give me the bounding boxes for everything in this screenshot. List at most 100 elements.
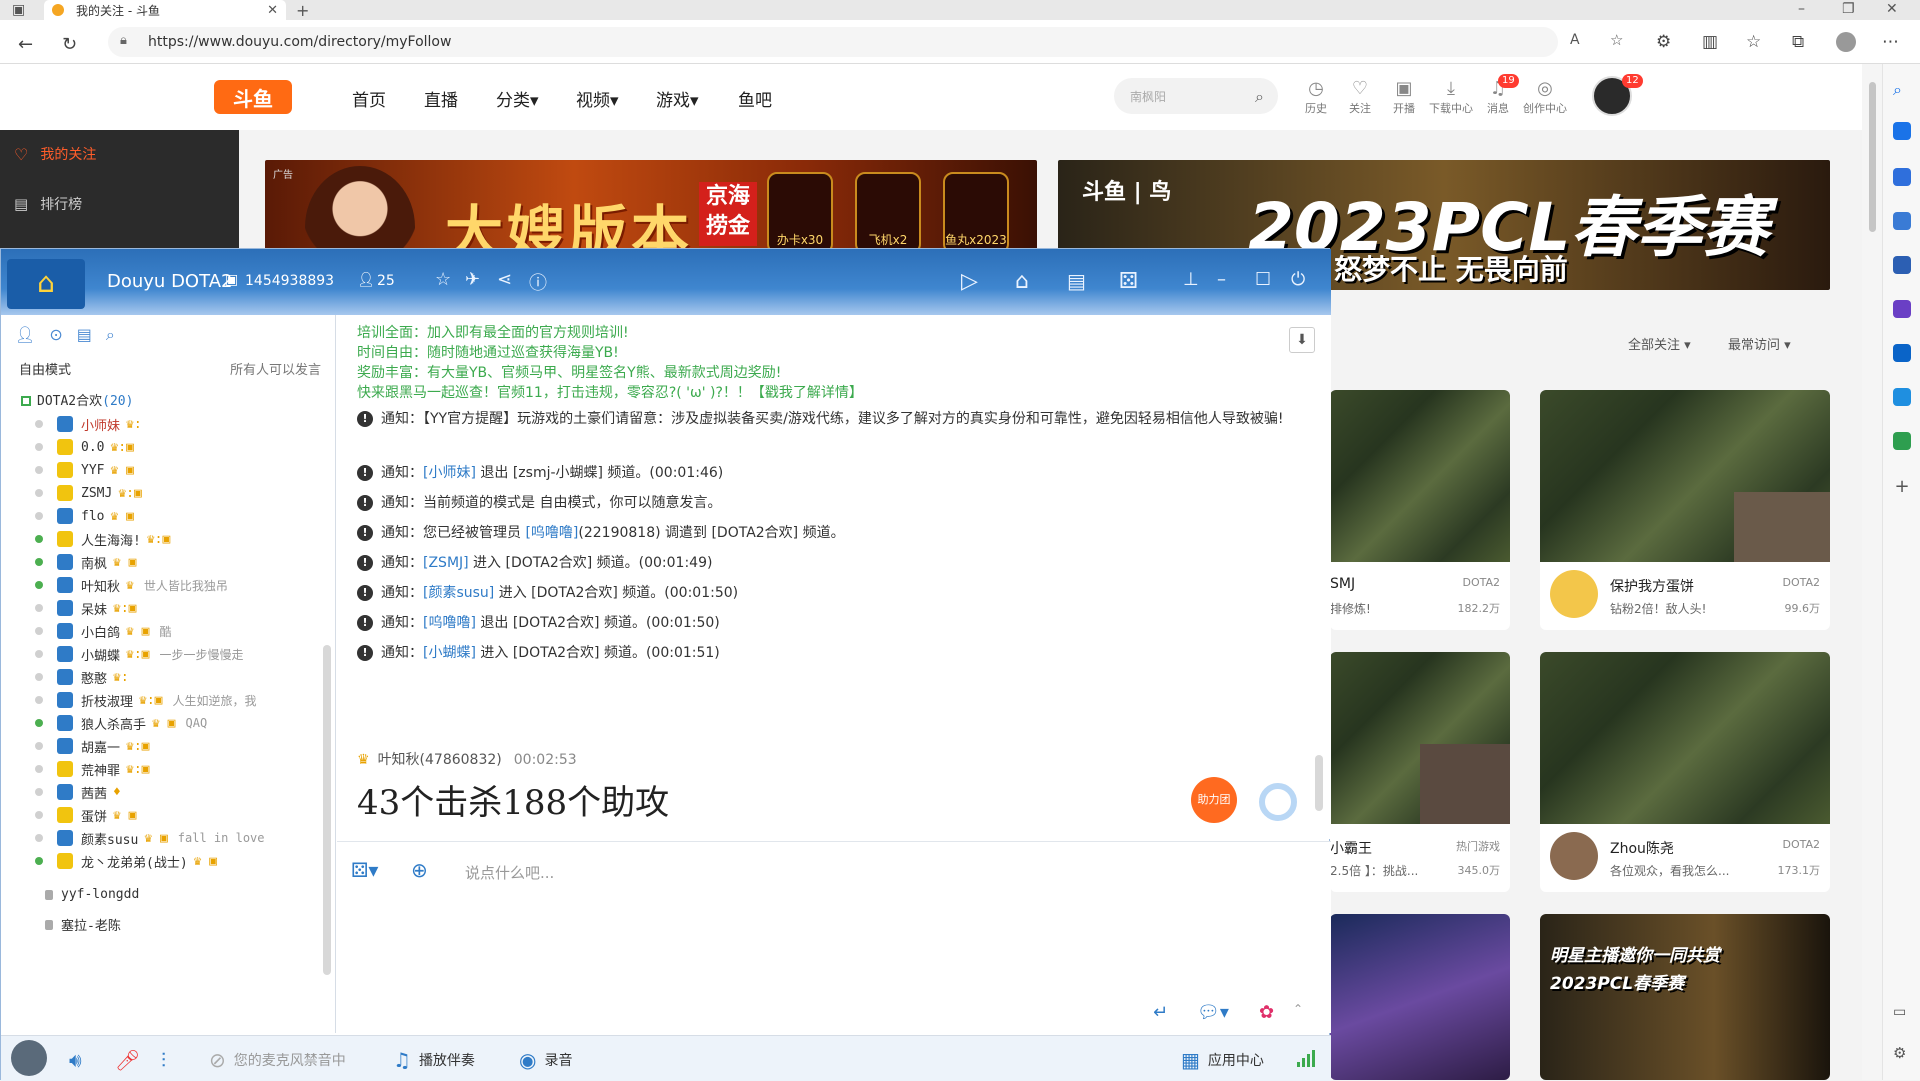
message-sender[interactable]: 叶知秋(47860832)	[378, 752, 502, 768]
home-icon[interactable]: ⌂	[1015, 269, 1029, 294]
filter-all-follow[interactable]: 全部关注 ▾	[1628, 334, 1691, 353]
chevron-up-icon[interactable]: ⌃	[1293, 1002, 1303, 1016]
page-scrollbar[interactable]	[1862, 64, 1882, 1080]
record-button[interactable]: ◉ 录音	[519, 1048, 572, 1072]
member-row[interactable]: 茜茜 ♦	[35, 781, 325, 803]
streamer-avatar[interactable]	[1550, 570, 1598, 618]
member-row[interactable]: 荒神罪 ♛:▣	[35, 758, 325, 780]
back-icon[interactable]: ←	[18, 34, 33, 55]
scrollbar-thumb[interactable]	[1869, 82, 1876, 232]
follow-button[interactable]: ♡ 关注	[1340, 78, 1380, 116]
yy-maximize-icon[interactable]: ☐	[1255, 269, 1271, 290]
collections-icon[interactable]: ⧉	[1792, 32, 1804, 52]
refresh-icon[interactable]: ↻	[62, 34, 77, 55]
chat-input-area[interactable]: ⚄▾ ⊕ 说点什么吧... ↵ 💬︎▾ ✿ ⌃	[337, 841, 1331, 1033]
app-center-button[interactable]: ▦ 应用中心	[1181, 1048, 1264, 1072]
yy-room-id[interactable]: 1454938893	[245, 273, 334, 289]
office-icon[interactable]	[1893, 300, 1911, 318]
nav-home[interactable]: 首页	[352, 86, 386, 111]
room-card[interactable]: 明星主播邀你一同共赏 2023PCL春季赛	[1540, 914, 1830, 1080]
sidebar-settings-icon[interactable]: ⚙	[1893, 1044, 1911, 1062]
nav-live[interactable]: 直播	[424, 86, 458, 111]
equalizer-icon[interactable]: ⫶	[161, 1048, 166, 1072]
pin-icon[interactable]: ⊥	[1183, 269, 1199, 290]
play-accompaniment-button[interactable]: ♫ 播放伴奏	[393, 1048, 475, 1072]
member-row[interactable]: 呆妹 ♛:▣	[35, 597, 325, 619]
streamer-avatar[interactable]	[1550, 832, 1598, 880]
gamepad-icon[interactable]: ⚄▾	[351, 858, 378, 882]
member-row[interactable]: 小蝴蝶 ♛:▣ 一步一步慢慢走	[35, 643, 325, 665]
info-icon[interactable]: ⓘ	[529, 269, 547, 295]
member-row[interactable]: 折枝淑理 ♛:▣ 人生如逆旅，我	[35, 689, 325, 711]
yy-power-icon[interactable]: ⏻	[1291, 269, 1305, 290]
member-row[interactable]: 人生海海! ♛:▣	[35, 528, 325, 550]
channel-root[interactable]: DOTA2合欢(20)	[21, 390, 133, 409]
mic-icon[interactable]: 🎤︎	[115, 1048, 140, 1072]
creator-center-button[interactable]: ◎ 创作中心	[1522, 78, 1568, 116]
member-row[interactable]: 颜素susu ♛ ▣ fall in love	[35, 827, 325, 849]
tree-icon[interactable]	[1893, 432, 1911, 450]
nav-yuba[interactable]: 鱼吧	[738, 86, 772, 111]
menu-ranking[interactable]: ▤ 排行榜	[14, 194, 82, 214]
member-row[interactable]: 小白鸽 ♛ ▣ 酷	[35, 620, 325, 642]
notice-user-link[interactable]: [呜噜噜]	[423, 615, 476, 631]
room-card[interactable]: 小霸王 热门游戏 2.5倍 】：挑战... 345.0万	[1330, 652, 1510, 892]
address-bar[interactable]: 🔒︎ https://www.douyu.com/directory/myFol…	[108, 27, 1623, 57]
emoji-icon[interactable]: 💬︎▾	[1197, 1002, 1229, 1023]
yy-minimize-icon[interactable]: –	[1217, 269, 1226, 290]
assist-group-button[interactable]: 助力团	[1191, 777, 1237, 823]
douyu-logo[interactable]: 斗鱼	[214, 80, 292, 114]
member-row[interactable]: ZSMJ ♛:▣	[35, 482, 325, 504]
send-icon[interactable]	[1893, 388, 1911, 406]
split-screen-icon[interactable]: ▥	[1702, 32, 1718, 52]
browser-tab[interactable]: 我的关注 - 斗鱼 ✕	[44, 0, 286, 20]
tag-icon[interactable]	[1893, 168, 1911, 186]
maximize-icon[interactable]: ❐	[1842, 1, 1855, 17]
search-icon[interactable]: ⌕	[106, 325, 115, 345]
member-row[interactable]: 叶知秋 ♛ 世人皆比我独吊	[35, 574, 325, 596]
nav-game[interactable]: 游戏▾	[656, 86, 699, 111]
star-icon[interactable]: ☆	[435, 269, 451, 290]
filter-most-visited[interactable]: 最常访问 ▾	[1728, 334, 1791, 353]
more-icon[interactable]: ⋯	[1882, 32, 1899, 52]
sub-channel[interactable]: yyf-longdd	[45, 887, 139, 902]
notice-user-link[interactable]: [小蝴蝶]	[423, 645, 476, 661]
sidebar-screenshot-icon[interactable]: ▭	[1893, 1004, 1911, 1022]
history-button[interactable]: ◷ 历史	[1296, 78, 1336, 116]
bing-icon[interactable]	[1893, 122, 1911, 140]
member-row[interactable]: 憨憨 ♛:	[35, 666, 325, 688]
outlook-icon[interactable]	[1893, 344, 1911, 362]
member-row[interactable]: 狼人杀高手 ♛ ▣ QAQ	[35, 712, 325, 734]
member-row[interactable]: 0.0 ♛:▣	[35, 436, 325, 458]
search-icon[interactable]: ⌕	[1893, 80, 1911, 99]
speaker-icon[interactable]: 🔊︎	[69, 1048, 82, 1072]
board-icon[interactable]: ▤	[1067, 269, 1086, 293]
member-row[interactable]: 蛋饼 ♛ ▣	[35, 804, 325, 826]
site-search-input[interactable]: 南枫阳 ⌕	[1114, 78, 1278, 114]
notice-user-link[interactable]: [小师妹]	[423, 465, 476, 481]
gamepad-icon[interactable]: ⚄	[1119, 269, 1138, 294]
member-row[interactable]: 胡嘉一 ♛:▣	[35, 735, 325, 757]
favorite-add-icon[interactable]: ☆	[1610, 31, 1623, 49]
menu-my-follow[interactable]: ♡ 我的关注	[14, 144, 96, 164]
user-icon[interactable]: 👤︎	[15, 325, 35, 345]
room-card[interactable]	[1330, 914, 1510, 1080]
notice-user-link[interactable]: [呜噜噜]	[525, 525, 578, 541]
flower-icon[interactable]: ✿	[1259, 1002, 1274, 1023]
chat-scrollbar[interactable]	[1315, 755, 1323, 811]
sidebar-toggle-icon[interactable]: ▣	[12, 2, 25, 18]
member-row[interactable]: 小师妹 ♛:	[35, 413, 325, 435]
download-center-button[interactable]: ⤓ 下载中心	[1428, 78, 1474, 116]
send-icon[interactable]: ↵	[1153, 1002, 1168, 1023]
member-row[interactable]: 南枫 ♛ ▣	[35, 551, 325, 573]
window-close-icon[interactable]: ✕	[1886, 1, 1898, 17]
games-icon[interactable]	[1893, 256, 1911, 274]
member-row[interactable]: flo ♛ ▣	[35, 505, 325, 527]
plane-icon[interactable]: ✈︎	[465, 269, 480, 290]
add-icon[interactable]: +	[1893, 476, 1911, 497]
search-icon[interactable]: ⌕	[1255, 87, 1264, 107]
chat-input[interactable]: 说点什么吧...	[465, 862, 554, 883]
sub-channel[interactable]: 塞拉-老陈	[45, 915, 121, 934]
share-icon[interactable]: ⋖	[497, 269, 512, 290]
notice-user-link[interactable]: [ZSMJ]	[423, 555, 469, 571]
